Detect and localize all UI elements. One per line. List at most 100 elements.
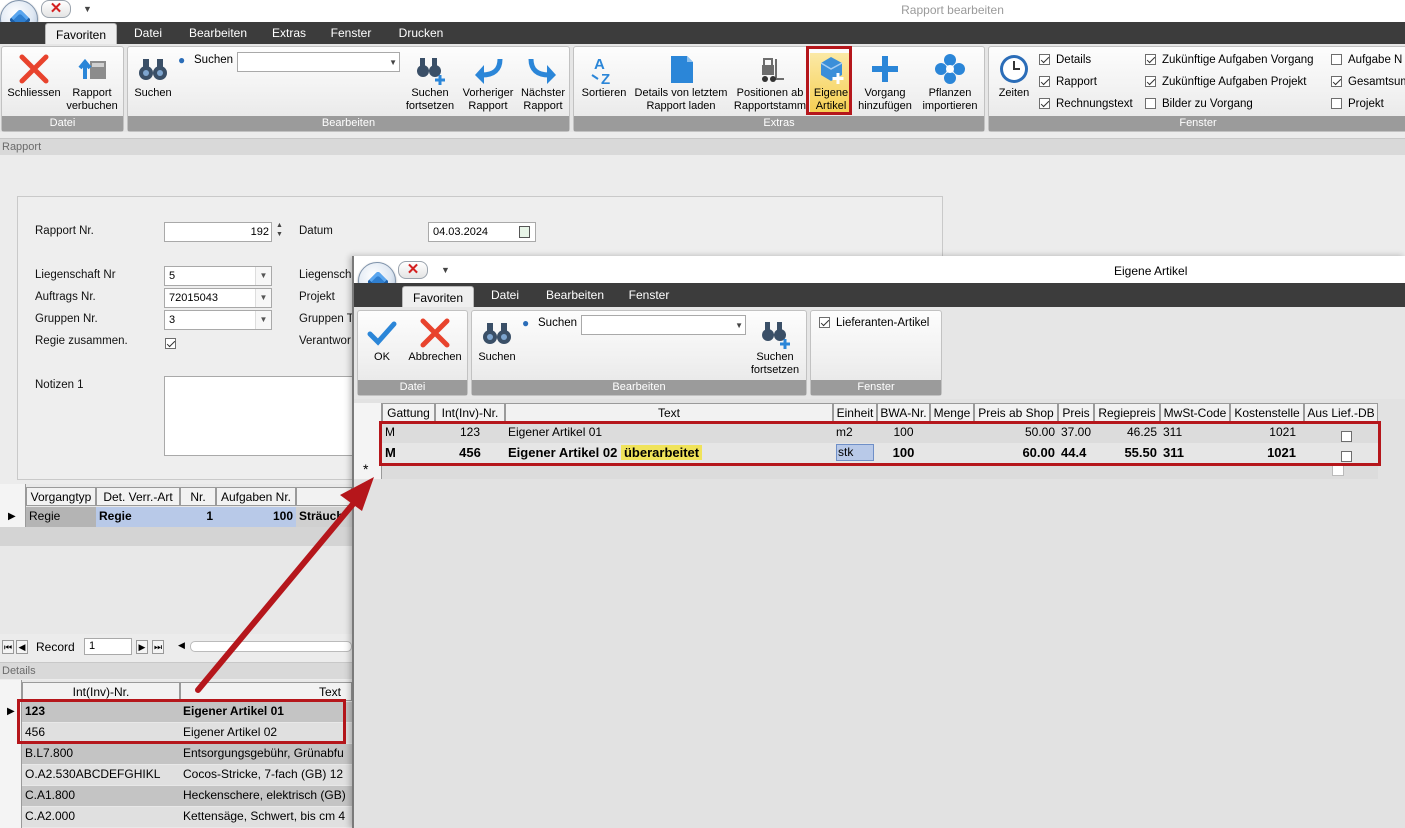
- times-button[interactable]: Zeiten: [993, 53, 1035, 100]
- checkbox-icon[interactable]: [1331, 76, 1342, 88]
- notizen-textarea[interactable]: [164, 376, 364, 456]
- tab-datei[interactable]: Datei: [126, 22, 170, 44]
- col-gattung[interactable]: Gattung: [382, 403, 435, 422]
- cell-nr[interactable]: C.A1.800: [22, 786, 180, 806]
- check-aufgabe[interactable]: Aufgabe N: [1331, 54, 1402, 66]
- close-icon[interactable]: ✕: [41, 0, 71, 18]
- checkbox-icon[interactable]: [1039, 98, 1050, 110]
- cell-nr[interactable]: 1: [180, 507, 216, 527]
- col-kostenstelle[interactable]: Kostenstelle: [1230, 403, 1304, 422]
- dialog-tab-fenster[interactable]: Fenster: [622, 284, 676, 306]
- load-details-button[interactable]: Details von letztem Rapport laden: [630, 53, 732, 113]
- close-button[interactable]: Schliessen: [6, 53, 62, 100]
- cell-nr[interactable]: B.L7.800: [22, 744, 180, 764]
- first-record-icon[interactable]: ⏮: [2, 640, 14, 654]
- auftrags-nr-combo[interactable]: 72015043 ▼: [164, 288, 272, 308]
- tab-bearbeiten[interactable]: Bearbeiten: [182, 22, 254, 44]
- col-nr[interactable]: Nr.: [180, 487, 216, 506]
- tab-extras[interactable]: Extras: [266, 22, 312, 44]
- rapport-nr-input[interactable]: 192: [164, 222, 272, 242]
- cell-nr[interactable]: C.A2.000: [22, 807, 180, 827]
- dialog-tab-bearbeiten[interactable]: Bearbeiten: [540, 284, 610, 306]
- import-plants-button[interactable]: Pflanzen importieren: [917, 53, 983, 113]
- cell-vorgangtyp[interactable]: Regie: [26, 507, 96, 527]
- col-text[interactable]: Text: [505, 403, 833, 422]
- dialog-search-button[interactable]: Suchen: [476, 317, 518, 364]
- col-einheit[interactable]: Einheit: [833, 403, 877, 422]
- checkbox-icon[interactable]: [1039, 76, 1050, 88]
- post-rapport-button[interactable]: Rapport verbuchen: [62, 53, 122, 113]
- col-preis-ab-shop[interactable]: Preis ab Shop: [974, 403, 1058, 422]
- regie-checkbox[interactable]: [165, 338, 176, 350]
- checkbox-icon[interactable]: [1039, 54, 1050, 66]
- horizontal-scrollbar[interactable]: [190, 641, 352, 652]
- quick-access-dropdown-icon[interactable]: ▼: [83, 4, 92, 14]
- col-preis[interactable]: Preis: [1058, 403, 1094, 422]
- check-future-tasks-projekt[interactable]: Zukünftige Aufgaben Projekt: [1145, 76, 1307, 88]
- sort-button[interactable]: AZ Sortieren: [578, 53, 630, 100]
- dialog-tab-favoriten[interactable]: Favoriten: [402, 286, 474, 307]
- col-vorgangtyp[interactable]: Vorgangtyp: [26, 487, 96, 506]
- scroll-left-icon[interactable]: ◀: [178, 640, 185, 651]
- check-details[interactable]: Details: [1039, 54, 1091, 66]
- cancel-button[interactable]: Abbrechen: [404, 317, 466, 364]
- prev-record-icon[interactable]: ◀: [16, 640, 28, 654]
- dialog-close-icon[interactable]: ✕: [398, 261, 428, 279]
- cell-text[interactable]: Kettensäge, Schwert, bis cm 4: [180, 807, 352, 827]
- tab-drucken[interactable]: Drucken: [390, 22, 452, 44]
- quick-access-dropdown-icon[interactable]: ▼: [441, 265, 450, 275]
- new-row[interactable]: [0, 527, 352, 546]
- cell-det-verr-art[interactable]: Regie: [96, 507, 180, 527]
- calendar-icon[interactable]: [519, 226, 530, 238]
- cell-text[interactable]: Cocos-Stricke, 7-fach (GB) 12: [180, 765, 352, 785]
- checkbox-icon[interactable]: [1331, 98, 1342, 110]
- gruppen-nr-combo[interactable]: 3 ▼: [164, 310, 272, 330]
- checkbox-icon[interactable]: [819, 317, 830, 329]
- col-regiepreis[interactable]: Regiepreis: [1094, 403, 1160, 422]
- last-record-icon[interactable]: ⏭: [152, 640, 164, 654]
- close-x-icon: [19, 54, 49, 84]
- col-bwa-nr[interactable]: BWA-Nr.: [877, 403, 930, 422]
- details-grid: Int(Inv)-Nr. Text ▶ 123 Eigener Artikel …: [0, 680, 352, 828]
- check-gesamtsum[interactable]: Gesamtsum: [1331, 76, 1405, 88]
- check-future-tasks-vorgang[interactable]: Zukünftige Aufgaben Vorgang: [1145, 54, 1314, 66]
- check-rechnungstext[interactable]: Rechnungstext: [1039, 98, 1133, 110]
- next-record-icon[interactable]: ▶: [136, 640, 148, 654]
- check-rapport[interactable]: Rapport: [1039, 76, 1097, 88]
- cell-text[interactable]: Entsorgungsgebühr, Grünabfu: [180, 744, 352, 764]
- add-task-button[interactable]: Vorgang hinzufügen: [853, 53, 917, 113]
- dialog-search-next-button[interactable]: Suchen fortsetzen: [746, 317, 804, 377]
- cell-extra[interactable]: Sträuch: [296, 507, 352, 527]
- dialog-tab-datei[interactable]: Datei: [482, 284, 528, 306]
- liegenschaft-nr-combo[interactable]: 5 ▼: [164, 266, 272, 286]
- cell-text[interactable]: Heckenschere, elektrisch (GB): [180, 786, 352, 806]
- dialog-search-combo[interactable]: ▼: [581, 315, 746, 335]
- cell-nr[interactable]: O.A2.530ABCDEFGHIKL: [22, 765, 180, 785]
- tab-favoriten[interactable]: Favoriten: [45, 23, 117, 44]
- spinner-icon[interactable]: ▲ ▼: [276, 221, 283, 239]
- cell-aufgaben-nr[interactable]: 100: [216, 507, 296, 527]
- col-aufgaben-nr[interactable]: Aufgaben Nr.: [216, 487, 296, 506]
- record-input[interactable]: 1: [84, 638, 132, 655]
- col-int-inv-nr[interactable]: Int(Inv)-Nr.: [435, 403, 505, 422]
- col-extra[interactable]: [296, 487, 352, 506]
- checkbox-icon[interactable]: [1145, 54, 1156, 66]
- col-aus-lief-db[interactable]: Aus Lief.-DB: [1304, 403, 1378, 422]
- tab-fenster[interactable]: Fenster: [324, 22, 378, 44]
- search-button[interactable]: Suchen: [132, 53, 174, 100]
- ok-button[interactable]: OK: [364, 317, 400, 364]
- col-mwst-code[interactable]: MwSt-Code: [1160, 403, 1230, 422]
- col-det-verr-art[interactable]: Det. Verr.-Art: [96, 487, 180, 506]
- search-next-button[interactable]: Suchen fortsetzen: [401, 53, 459, 113]
- checkbox-icon[interactable]: [1145, 98, 1156, 110]
- next-rapport-button[interactable]: Nächster Rapport: [517, 53, 569, 113]
- check-projekt[interactable]: Projekt: [1331, 98, 1384, 110]
- supplier-articles-check[interactable]: Lieferanten-Artikel: [819, 317, 929, 329]
- col-menge[interactable]: Menge: [930, 403, 974, 422]
- checkbox-icon[interactable]: [1145, 76, 1156, 88]
- positions-button[interactable]: Positionen ab Rapportstamm: [732, 53, 808, 113]
- check-images[interactable]: Bilder zu Vorgang: [1145, 98, 1253, 110]
- previous-rapport-button[interactable]: Vorheriger Rapport: [459, 53, 517, 113]
- search-combo[interactable]: ▼: [237, 52, 400, 72]
- checkbox-icon[interactable]: [1331, 54, 1342, 66]
